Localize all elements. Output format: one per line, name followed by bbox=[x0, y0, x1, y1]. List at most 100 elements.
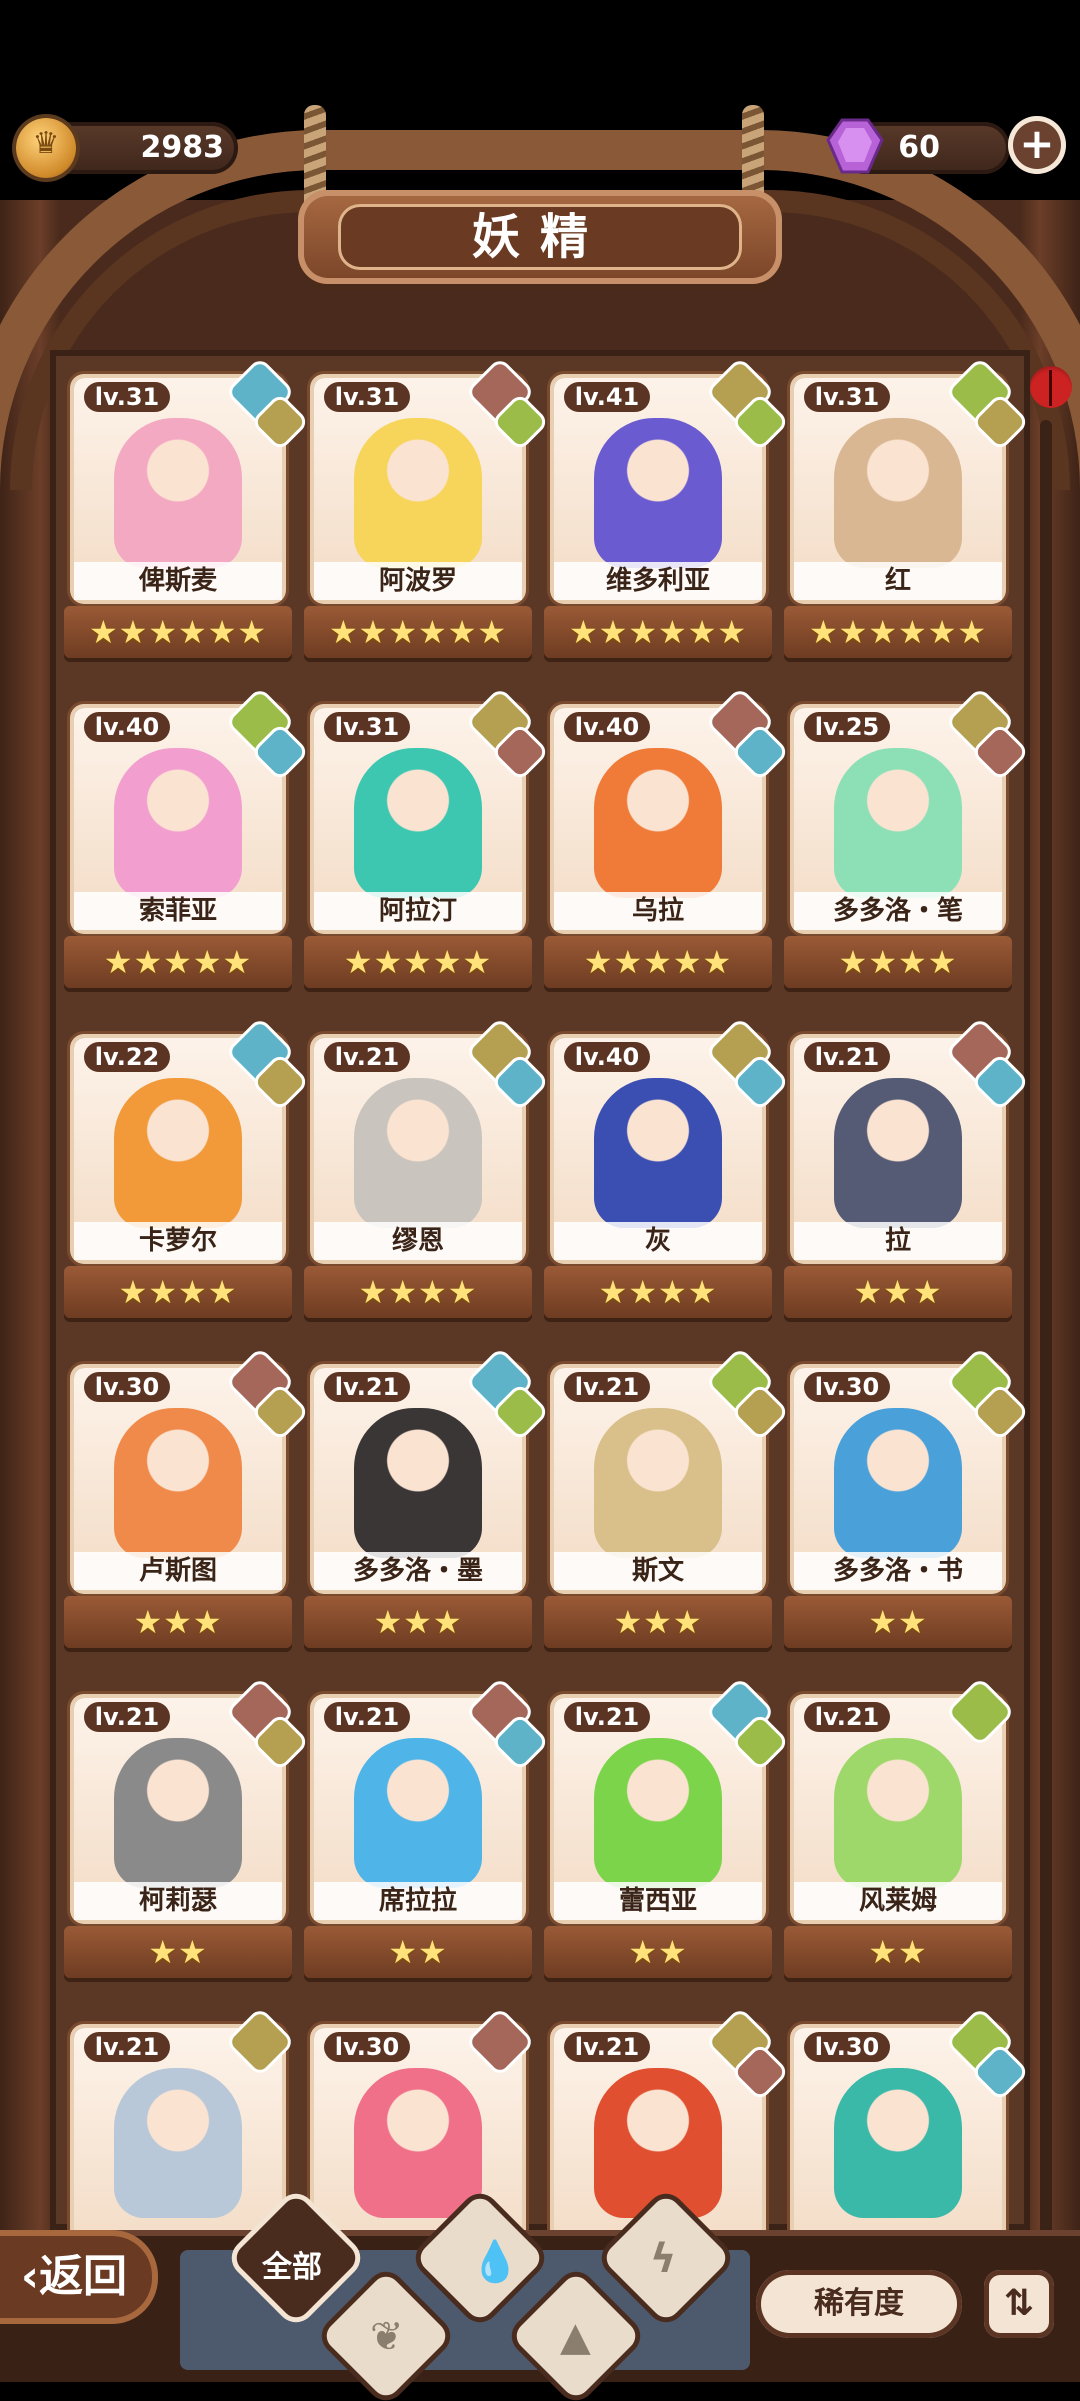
fairy-name: 红 bbox=[794, 562, 1002, 600]
fairy-name: 多多洛・墨 bbox=[314, 1552, 522, 1590]
star-rating: ★★★★★ bbox=[304, 936, 532, 988]
fairy-name: 卢斯图 bbox=[74, 1552, 282, 1590]
fairy-name: 斯文 bbox=[554, 1552, 762, 1590]
grass-icon: ❦ bbox=[370, 2314, 404, 2360]
star-rating: ★★★★★ bbox=[544, 936, 772, 988]
fairy-card[interactable]: lv.21 缪恩 ★★★★ bbox=[304, 1020, 546, 1326]
fairy-card[interactable]: lv.25 多多洛・笔 ★★★★ bbox=[784, 690, 1026, 996]
add-gems-button[interactable]: + bbox=[1008, 116, 1066, 174]
fairy-figure bbox=[114, 748, 242, 898]
star-rating: ★★ bbox=[784, 1926, 1012, 1978]
star-rating: ★★★★★★ bbox=[304, 606, 532, 658]
fairy-figure bbox=[834, 748, 962, 898]
fairy-name: 拉 bbox=[794, 1222, 1002, 1260]
fairy-figure bbox=[114, 1078, 242, 1228]
fairy-card[interactable]: lv.30 多多洛・书 ★★ bbox=[784, 1350, 1026, 1656]
scrollbar[interactable] bbox=[1040, 420, 1052, 2240]
filter-all-label: 全部 bbox=[262, 2250, 322, 2285]
fairy-figure bbox=[354, 1738, 482, 1888]
fairy-name: 柯莉瑟 bbox=[74, 1882, 282, 1920]
star-rating: ★★★ bbox=[784, 1266, 1012, 1318]
level-badge: lv.22 bbox=[84, 1042, 170, 1072]
back-label: 返回 bbox=[39, 2251, 128, 2302]
fairy-figure bbox=[114, 2068, 242, 2218]
fairy-card[interactable]: lv.21 蕾西亚 ★★ bbox=[544, 1680, 786, 1986]
fairy-figure bbox=[114, 1738, 242, 1888]
level-badge: lv.21 bbox=[84, 1702, 170, 1732]
back-button[interactable]: ‹返回 bbox=[0, 2230, 158, 2324]
fairy-name: 乌拉 bbox=[554, 892, 762, 930]
fairy-name: 维多利亚 bbox=[554, 562, 762, 600]
sort-order-icon[interactable]: ⇅ bbox=[984, 2270, 1054, 2338]
ladybug-icon[interactable] bbox=[1030, 366, 1072, 408]
fairy-card[interactable]: lv.30 卢斯图 ★★★ bbox=[64, 1350, 306, 1656]
star-rating: ★★★★ bbox=[64, 1266, 292, 1318]
level-badge: lv.30 bbox=[84, 1372, 170, 1402]
fairy-figure bbox=[834, 418, 962, 568]
level-badge: lv.21 bbox=[804, 1702, 890, 1732]
title-sign: 妖精 bbox=[298, 190, 782, 284]
gem-value: 60 bbox=[898, 130, 940, 165]
fairy-name: 多多洛・笔 bbox=[794, 892, 1002, 930]
level-badge: lv.21 bbox=[324, 1702, 410, 1732]
level-badge: lv.21 bbox=[564, 2032, 650, 2062]
level-badge: lv.21 bbox=[564, 1702, 650, 1732]
fairy-name: 多多洛・书 bbox=[794, 1552, 1002, 1590]
star-rating: ★★★★ bbox=[304, 1266, 532, 1318]
level-badge: lv.31 bbox=[324, 712, 410, 742]
fairy-name: 俾斯麦 bbox=[74, 562, 282, 600]
level-badge: lv.21 bbox=[324, 1372, 410, 1402]
level-badge: lv.21 bbox=[84, 2032, 170, 2062]
star-rating: ★★ bbox=[64, 1926, 292, 1978]
fairy-card[interactable]: lv.40 乌拉 ★★★★★ bbox=[544, 690, 786, 996]
level-badge: lv.31 bbox=[804, 382, 890, 412]
fairy-card[interactable]: lv.40 索菲亚 ★★★★★ bbox=[64, 690, 306, 996]
coin-icon: ♛ bbox=[16, 118, 76, 178]
rarity-sort-button[interactable]: 稀有度 bbox=[756, 2270, 962, 2338]
fairy-card[interactable]: lv.31 阿波罗 ★★★★★★ bbox=[304, 360, 546, 666]
star-rating: ★★★★★ bbox=[64, 936, 292, 988]
fairy-figure bbox=[354, 418, 482, 568]
level-badge: lv.40 bbox=[564, 1042, 650, 1072]
fairy-card[interactable]: lv.21 斯文 ★★★ bbox=[544, 1350, 786, 1656]
fairy-figure bbox=[354, 1408, 482, 1558]
fairy-card[interactable]: lv.40 灰 ★★★★ bbox=[544, 1020, 786, 1326]
fairy-name: 灰 bbox=[554, 1222, 762, 1260]
fairy-figure bbox=[834, 2068, 962, 2218]
fairy-card[interactable]: lv.22 卡萝尔 ★★★★ bbox=[64, 1020, 306, 1326]
level-badge: lv.30 bbox=[324, 2032, 410, 2062]
level-badge: lv.40 bbox=[564, 712, 650, 742]
fairy-name: 风莱姆 bbox=[794, 1882, 1002, 1920]
star-rating: ★★★★ bbox=[544, 1266, 772, 1318]
fairy-card[interactable]: lv.21 多多洛・墨 ★★★ bbox=[304, 1350, 546, 1656]
star-rating: ★★★★★★ bbox=[544, 606, 772, 658]
water-icon: 💧 bbox=[470, 2239, 520, 2285]
fairy-card[interactable]: lv.21 拉 ★★★ bbox=[784, 1020, 1026, 1326]
star-rating: ★★★ bbox=[64, 1596, 292, 1648]
level-badge: lv.40 bbox=[84, 712, 170, 742]
fairy-figure bbox=[114, 418, 242, 568]
fairy-card[interactable]: lv.21 柯莉瑟 ★★ bbox=[64, 1680, 306, 1986]
fairy-card[interactable]: lv.31 红 ★★★★★★ bbox=[784, 360, 1026, 666]
fairy-card[interactable]: lv.31 阿拉汀 ★★★★★ bbox=[304, 690, 546, 996]
fairy-card[interactable]: lv.41 维多利亚 ★★★★★★ bbox=[544, 360, 786, 666]
star-rating: ★★★ bbox=[544, 1596, 772, 1648]
level-badge: lv.31 bbox=[324, 382, 410, 412]
coin-value: 2983 bbox=[140, 130, 225, 165]
level-badge: lv.21 bbox=[324, 1042, 410, 1072]
fairy-name: 缪恩 bbox=[314, 1222, 522, 1260]
fairy-name: 索菲亚 bbox=[74, 892, 282, 930]
fairy-figure bbox=[594, 2068, 722, 2218]
star-rating: ★★★★★★ bbox=[64, 606, 292, 658]
star-rating: ★★ bbox=[784, 1596, 1012, 1648]
fairy-card[interactable]: lv.21 风莱姆 ★★ bbox=[784, 1680, 1012, 1986]
fairy-figure bbox=[354, 2068, 482, 2218]
star-rating: ★★★ bbox=[304, 1596, 532, 1648]
fairy-name: 蕾西亚 bbox=[554, 1882, 762, 1920]
fairy-figure bbox=[354, 748, 482, 898]
fairy-figure bbox=[594, 1408, 722, 1558]
fairy-figure bbox=[594, 1078, 722, 1228]
fairy-card[interactable]: lv.21 席拉拉 ★★ bbox=[304, 1680, 546, 1986]
fairy-figure bbox=[594, 418, 722, 568]
fairy-card[interactable]: lv.31 俾斯麦 ★★★★★★ bbox=[64, 360, 306, 666]
